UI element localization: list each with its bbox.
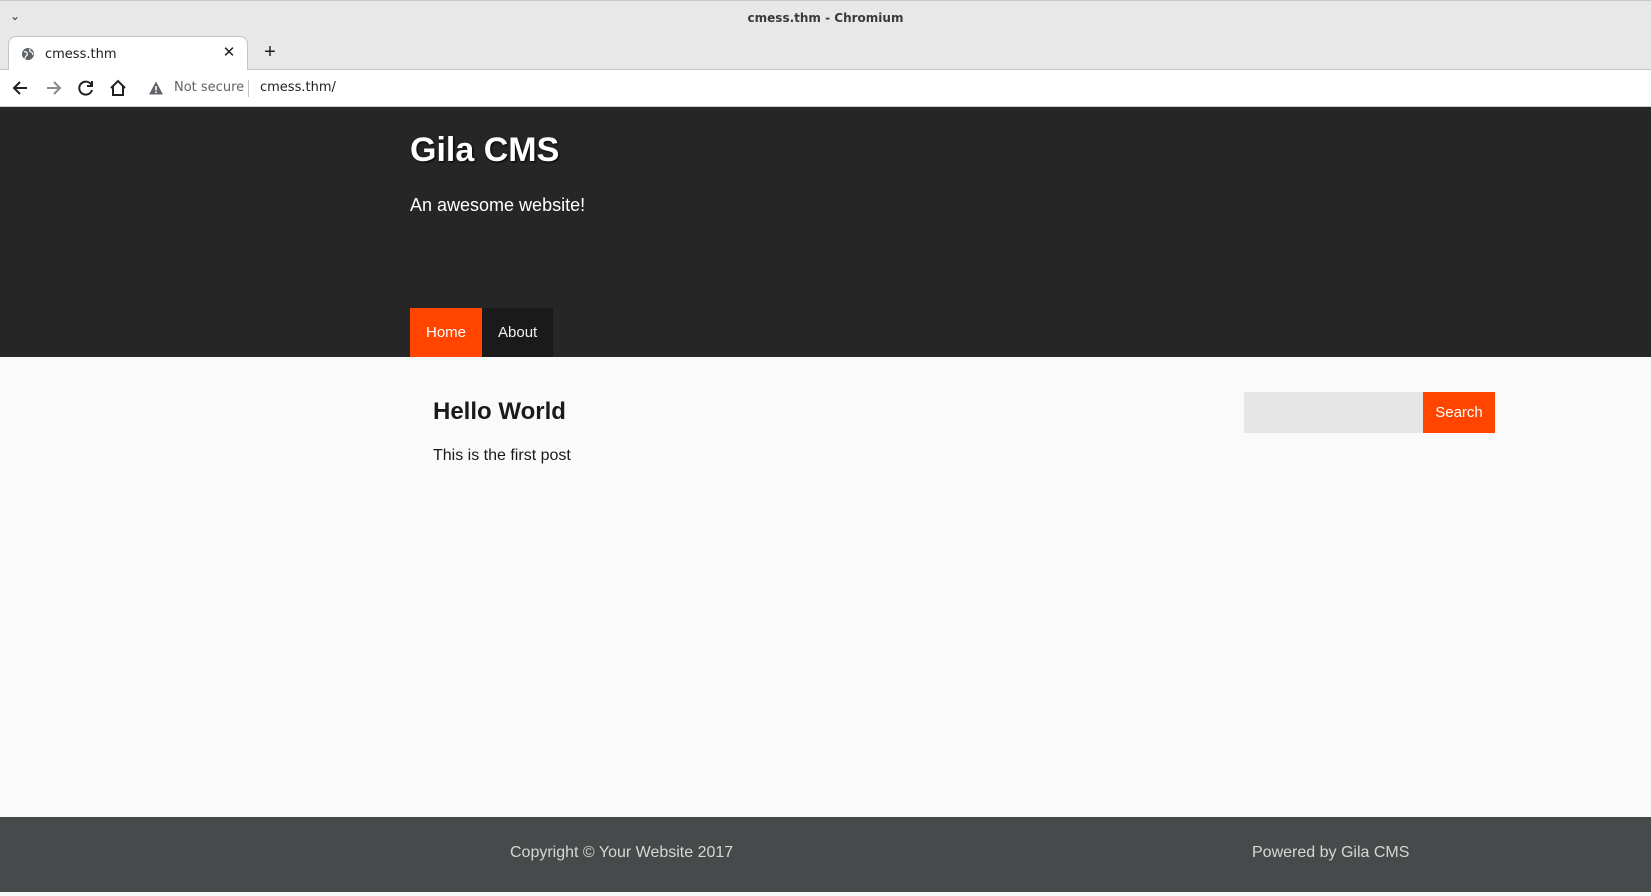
tab-title: cmess.thm [45, 47, 117, 62]
warning-icon[interactable] [148, 80, 164, 96]
divider [248, 80, 249, 97]
search-button[interactable]: Search [1423, 392, 1495, 433]
site-header: Gila CMS An awesome website! Home About [0, 107, 1651, 357]
back-arrow-icon[interactable] [11, 78, 31, 98]
site-description: An awesome website! [410, 195, 586, 215]
browser-toolbar: Not secure cmess.thm/ [0, 70, 1651, 107]
nav-item-home[interactable]: Home [410, 308, 483, 357]
reload-icon[interactable] [76, 78, 96, 98]
forward-arrow-icon[interactable] [43, 78, 63, 98]
search-input[interactable] [1244, 392, 1423, 433]
main-nav: Home About [410, 308, 554, 357]
url-text[interactable]: cmess.thm/ [260, 80, 336, 95]
home-icon[interactable] [108, 78, 128, 98]
post-title[interactable]: Hello World [433, 398, 566, 426]
window-title: cmess.thm - Chromium [747, 11, 904, 25]
footer-powered-by: Powered by Gila CMS [1252, 844, 1410, 861]
close-tab-icon[interactable]: ✕ [221, 45, 237, 61]
footer-copyright: Copyright © Your Website 2017 [510, 844, 734, 861]
new-tab-button[interactable]: + [260, 42, 280, 62]
nav-item-about[interactable]: About [482, 308, 554, 357]
globe-icon [22, 48, 34, 60]
tab-strip: cmess.thm ✕ [0, 35, 1651, 71]
security-label[interactable]: Not secure [174, 80, 244, 95]
browser-tab[interactable]: cmess.thm ✕ [8, 36, 248, 71]
site-footer: Copyright © Your Website 2017 Powered by… [0, 817, 1651, 892]
post-body: This is the first post [433, 447, 571, 464]
window-titlebar: ⌄ cmess.thm - Chromium [0, 0, 1651, 35]
address-bar[interactable]: Not secure cmess.thm/ [140, 74, 1651, 103]
site-title: Gila CMS [410, 131, 560, 169]
page-viewport: Gila CMS An awesome website! Home About … [0, 107, 1651, 896]
